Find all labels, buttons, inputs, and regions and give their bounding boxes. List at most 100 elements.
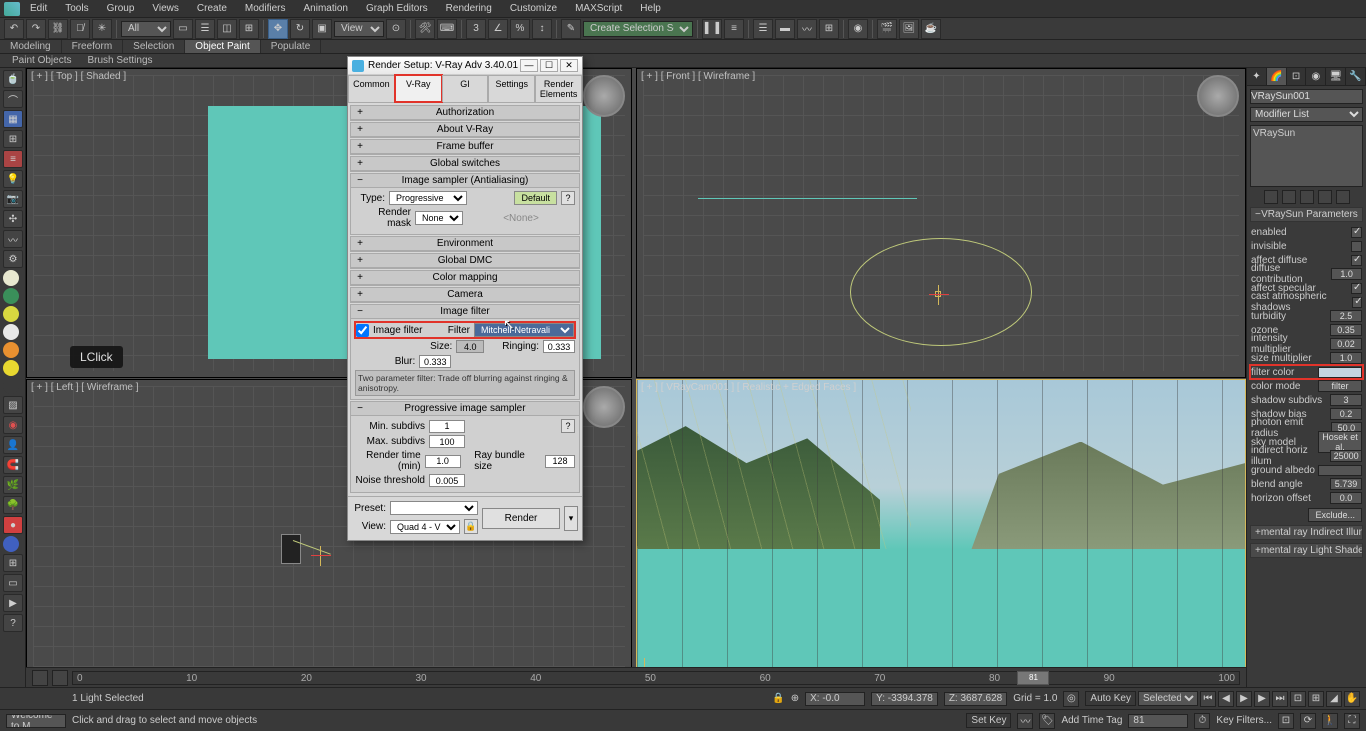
tree-tool-icon[interactable]: 🌳 — [3, 496, 23, 514]
isolate-icon[interactable]: ◎ — [1063, 691, 1079, 707]
rollout-frame-buffer[interactable]: +Frame buffer — [351, 140, 579, 154]
param-value[interactable]: 3 — [1330, 394, 1362, 406]
keyboard-shortcut-button[interactable]: ⌨ — [437, 19, 457, 39]
param-value[interactable] — [1351, 241, 1362, 252]
helper-tool-icon[interactable]: ✣ — [3, 210, 23, 228]
viewport-left-label[interactable]: [ + ] [ Left ] [ Wireframe ] — [31, 382, 139, 393]
ribbon-tab-object-paint[interactable]: Object Paint — [185, 40, 260, 53]
pis-help-button[interactable]: ? — [561, 419, 575, 433]
rollout-image-filter[interactable]: −Image filter — [351, 305, 579, 319]
swatch-gold[interactable] — [3, 360, 19, 376]
menu-graph-editors[interactable]: Graph Editors — [358, 1, 436, 16]
unlink-button[interactable]: ⛓̸ — [70, 19, 90, 39]
select-region-button[interactable]: ◫ — [217, 19, 237, 39]
swatch-yellow[interactable] — [3, 306, 19, 322]
minimize-button[interactable]: — — [520, 59, 538, 72]
viewport-top-label[interactable]: [ + ] [ Top ] [ Shaded ] — [31, 71, 126, 82]
maxscript-listener[interactable]: Welcome to M — [6, 714, 66, 728]
spacewarp-tool-icon[interactable]: 〰 — [3, 230, 23, 248]
render-production-button[interactable]: ☕ — [921, 19, 941, 39]
scale-button[interactable]: ▣ — [312, 19, 332, 39]
menu-create[interactable]: Create — [189, 1, 235, 16]
default-button[interactable]: Default — [514, 191, 557, 205]
key-mode-icon[interactable] — [52, 670, 68, 686]
rollout-about-vray[interactable]: +About V-Ray — [351, 123, 579, 137]
param-value[interactable]: 2.5 — [1330, 310, 1362, 322]
menu-animation[interactable]: Animation — [295, 1, 355, 16]
ribbon-tab-modeling[interactable]: Modeling — [0, 40, 62, 53]
grid-tool-icon[interactable]: ⊞ — [3, 130, 23, 148]
param-value[interactable]: 0.02 — [1330, 338, 1362, 350]
time-track[interactable]: 0102030405060708090100 81 — [72, 671, 1240, 685]
preset-dropdown[interactable] — [390, 501, 478, 515]
percent-snap-button[interactable]: % — [510, 19, 530, 39]
filter-dropdown[interactable]: Mitchell-Netravali — [474, 323, 574, 337]
sampler-type-dropdown[interactable]: Progressive — [389, 191, 467, 205]
ringing-input[interactable] — [543, 340, 575, 353]
dialog-tab-common[interactable]: Common — [348, 75, 395, 102]
param-value[interactable]: 0.0 — [1330, 492, 1362, 504]
blob-tool-icon[interactable]: ◉ — [3, 416, 23, 434]
param-value[interactable]: 1.0 — [1330, 352, 1362, 364]
viewport-front[interactable]: [ + ] [ Front ] [ Wireframe ] — [636, 68, 1246, 378]
param-value[interactable] — [1352, 297, 1362, 308]
arc-rotate-icon[interactable]: ⟳ — [1300, 713, 1316, 729]
align-button[interactable]: ≡ — [724, 19, 744, 39]
transform-type-icon[interactable]: ⊕ — [791, 693, 799, 704]
exclude-button[interactable]: Exclude... — [1308, 508, 1362, 522]
ribbon-tab-populate[interactable]: Populate — [261, 40, 321, 53]
param-value[interactable]: 0.2 — [1330, 408, 1362, 420]
close-button[interactable]: ✕ — [560, 59, 578, 72]
menu-rendering[interactable]: Rendering — [438, 1, 500, 16]
curve-editor-button[interactable]: 〰 — [797, 19, 817, 39]
key-tangent-icon[interactable]: 〰 — [1017, 713, 1033, 729]
viewport-front-label[interactable]: [ + ] [ Front ] [ Wireframe ] — [641, 71, 755, 82]
arc-tool-icon[interactable]: ⌒ — [3, 90, 23, 108]
swatch-cream[interactable] — [3, 270, 19, 286]
dialog-tab-settings[interactable]: Settings — [488, 75, 535, 102]
add-time-tag-button[interactable]: Add Time Tag — [1061, 715, 1122, 726]
swatch-green[interactable] — [3, 288, 19, 304]
view-dropdown[interactable]: Quad 4 - VRayC — [390, 520, 460, 534]
edit-named-selection-button[interactable]: ✎ — [561, 19, 581, 39]
menu-group[interactable]: Group — [99, 1, 143, 16]
image-filter-checkbox[interactable] — [356, 324, 369, 337]
pattern-tool-icon[interactable]: ▨ — [3, 396, 23, 414]
swatch-black[interactable] — [3, 378, 19, 394]
rollout-global-switches[interactable]: +Global switches — [351, 157, 579, 171]
dialog-titlebar[interactable]: Render Setup: V-Ray Adv 3.40.01 — ☐ ✕ — [348, 57, 582, 75]
angle-snap-button[interactable]: ∠ — [488, 19, 508, 39]
menu-edit[interactable]: Edit — [22, 1, 55, 16]
next-frame-icon[interactable]: ▶ — [1254, 691, 1270, 707]
dialog-tab-render-elements[interactable]: Render Elements — [535, 75, 582, 102]
help-tool-icon[interactable]: ? — [3, 614, 23, 632]
max-viewport-icon[interactable]: ⛶ — [1344, 713, 1360, 729]
time-config-icon[interactable]: ⏱ — [1194, 713, 1210, 729]
param-value[interactable] — [1351, 283, 1362, 294]
link-button[interactable]: ⛓ — [48, 19, 68, 39]
setkey-button[interactable]: Set Key — [966, 713, 1011, 728]
modify-tab-icon[interactable]: 🌈 — [1267, 68, 1287, 85]
remove-modifier-icon[interactable] — [1318, 190, 1332, 204]
menu-tools[interactable]: Tools — [57, 1, 96, 16]
rollout-vraysun-params[interactable]: −VRaySun Parameters — [1250, 207, 1363, 222]
configure-sets-icon[interactable] — [1336, 190, 1350, 204]
pin-stack-icon[interactable] — [1264, 190, 1278, 204]
x-coord-field[interactable]: X: -0.0 — [805, 692, 865, 706]
param-value[interactable] — [1351, 255, 1362, 266]
blur-input[interactable] — [419, 355, 451, 368]
stack-tool-icon[interactable]: ≡ — [3, 150, 23, 168]
make-unique-icon[interactable] — [1300, 190, 1314, 204]
lock-view-button[interactable]: 🔒 — [464, 519, 478, 534]
param-value[interactable]: 5.739 — [1330, 478, 1362, 490]
rollout-global-dmc[interactable]: +Global DMC — [351, 254, 579, 268]
swatch-orange[interactable] — [3, 342, 19, 358]
viewcube-left[interactable] — [583, 386, 625, 428]
display-tab-icon[interactable]: 🖥 — [1326, 68, 1346, 85]
y-coord-field[interactable]: Y: -3394.378 — [871, 692, 938, 706]
schematic-view-button[interactable]: ⊞ — [819, 19, 839, 39]
manipulate-button[interactable]: 🛠 — [415, 19, 435, 39]
named-selection-dropdown[interactable]: Create Selection Se — [583, 21, 693, 37]
prev-frame-icon[interactable]: ◀ — [1218, 691, 1234, 707]
grass-tool-icon[interactable]: 🌿 — [3, 476, 23, 494]
